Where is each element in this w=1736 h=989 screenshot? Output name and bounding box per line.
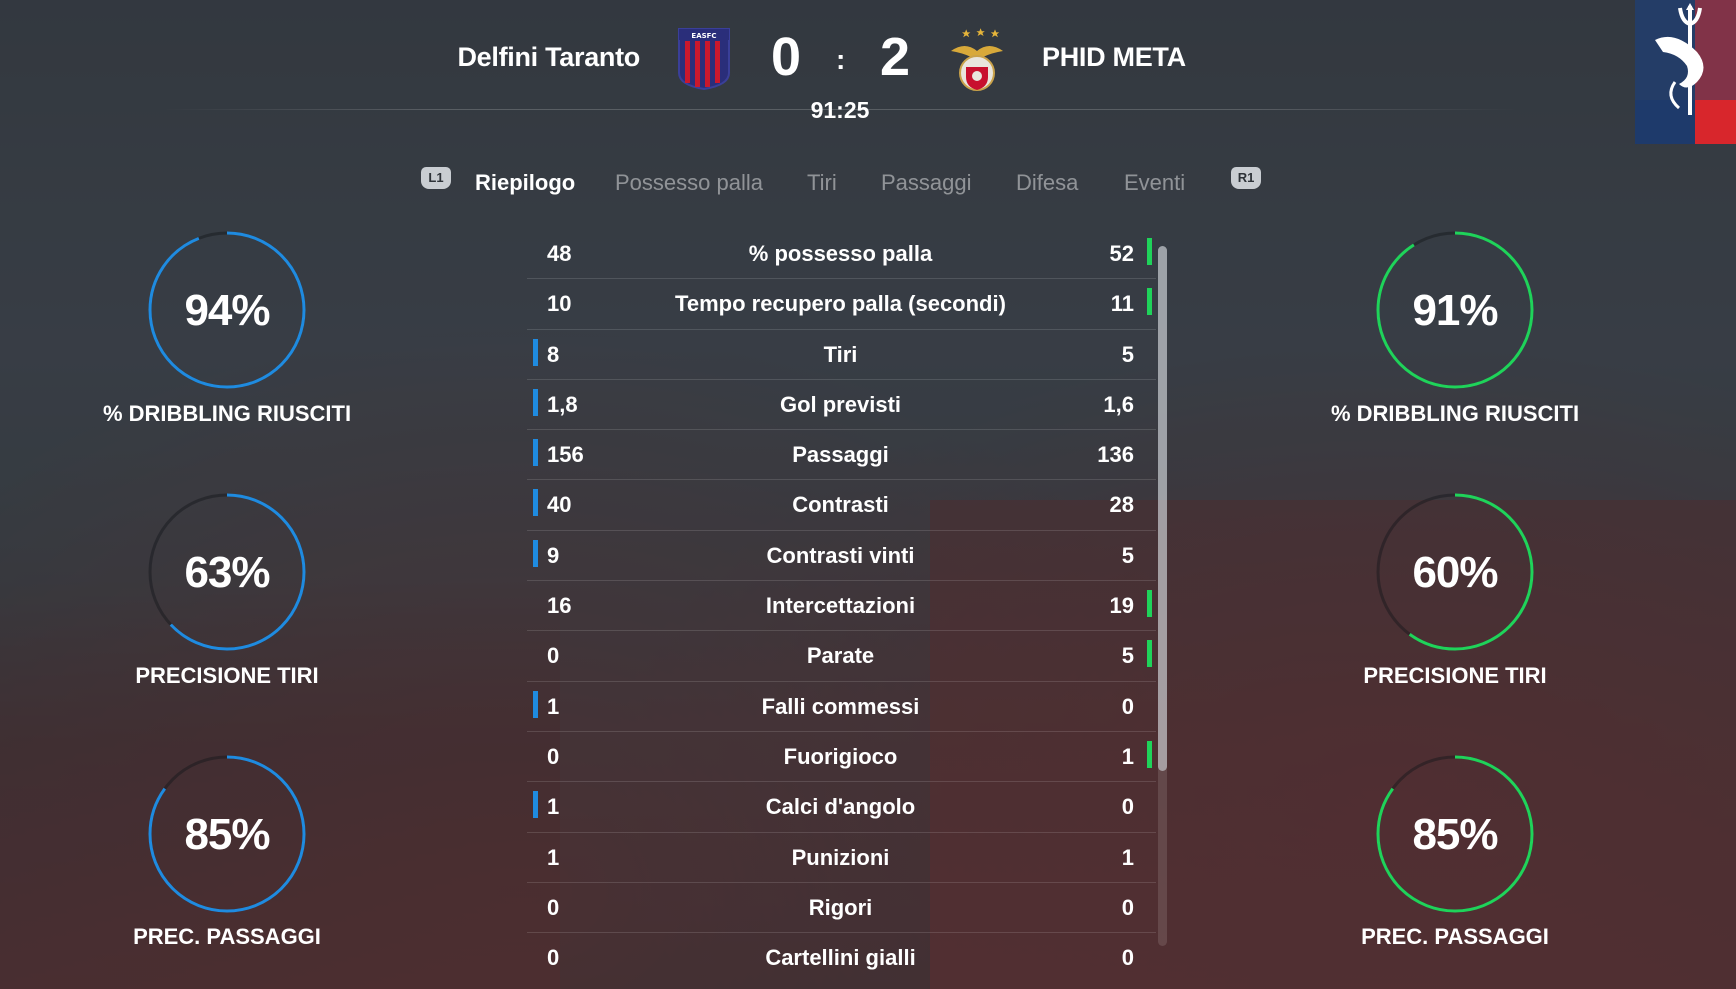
stat-row: 10 Tempo recupero palla (secondi) 11 [527, 279, 1156, 330]
stat-away-value: 52 [1109, 241, 1134, 266]
stat-row: 0 Parate 5 [527, 631, 1156, 682]
stat-row: 40 Contrasti 28 [527, 480, 1156, 531]
tab-eventi[interactable]: Eventi [1124, 170, 1185, 196]
stat-away-value: 0 [1121, 794, 1134, 820]
home-gauge-value: 85% [184, 810, 270, 859]
stat-label: Contrasti [792, 492, 889, 518]
stat-row: 0 Rigori 0 [527, 883, 1156, 934]
stat-row: 1,8 Gol previsti 1,6 [527, 380, 1156, 431]
stat-row: 8 Tiri 5 [527, 330, 1156, 380]
home-gauge-label: % DRIBBLING RIUSCITI [102, 401, 352, 426]
stat-label: Rigori [808, 894, 873, 920]
away-gauge-label: PRECISIONE TIRI [1363, 663, 1547, 688]
stat-away-value: 28 [1109, 492, 1134, 518]
header-divider [163, 109, 1518, 110]
stats-table[interactable]: 48% possesso palla 52 10 Tempo recupero pa… [527, 229, 1156, 982]
stat-label: Parate [806, 643, 875, 669]
away-lead-marker [1147, 740, 1152, 768]
away-gauge-label: PREC. PASSAGGI [1361, 924, 1549, 949]
home-gauge-label: PRECISIONE TIRI [135, 663, 319, 688]
stat-row: 9 Contrasti vinti 5 [527, 531, 1156, 582]
stat-row: 0 Cartellini gialli 0 [527, 933, 1156, 982]
stat-row: 1 Punizioni 1 [527, 833, 1156, 883]
home-team-crest: EASFC [678, 28, 730, 91]
away-gauge-value: 85% [1412, 810, 1498, 859]
stat-row: 156 Passaggi 136 [527, 430, 1156, 481]
stat-label: Calci d'angolo [765, 794, 916, 820]
away-lead-marker [1147, 238, 1152, 265]
away-gauge-value: 91% [1412, 286, 1498, 335]
stats-scrollbar[interactable] [1158, 246, 1167, 946]
stat-away-value: 19 [1109, 593, 1134, 619]
home-gauge-label: PREC. PASSAGGI [133, 924, 321, 949]
stat-away-value: 0 [1121, 945, 1134, 971]
stat-row: 1 Calci d'angolo 0 [527, 782, 1156, 833]
stat-row: 1 Falli commessi 0 [527, 682, 1156, 732]
stat-away-value: 5 [1121, 542, 1134, 568]
stat-label: Tempo recupero palla (secondi) [675, 291, 1006, 317]
home-team-name: Delfini Taranto [457, 42, 640, 72]
away-score: 2 [880, 27, 911, 87]
away-team-crest [951, 28, 1003, 91]
club-badge [1635, 0, 1736, 144]
tab-possesso-palla[interactable]: Possesso palla [615, 170, 763, 196]
stat-away-value: 1 [1121, 844, 1134, 870]
stat-away-value: 1 [1121, 743, 1134, 769]
stat-away-value: 0 [1121, 894, 1134, 920]
away-gauge-label: % DRIBBLING RIUSCITI [1330, 401, 1580, 426]
home-crest-text: EASFC [691, 32, 716, 40]
stat-away-value: 0 [1121, 693, 1134, 719]
tab-riepilogo[interactable]: Riepilogo [475, 170, 575, 196]
stat-label: Intercettazioni [765, 593, 916, 619]
home-gauge-value: 94% [184, 286, 270, 335]
stat-away-value: 136 [1097, 442, 1134, 468]
l1-bumper-icon[interactable]: L1 [421, 167, 451, 189]
stat-label: Cartellini gialli [765, 945, 916, 971]
stat-label: Fuorigioco [783, 743, 898, 769]
away-lead-marker [1147, 288, 1152, 316]
away-lead-marker [1147, 590, 1152, 618]
stat-away-value: 5 [1121, 341, 1134, 367]
tab-tiri[interactable]: Tiri [807, 170, 837, 196]
tab-difesa[interactable]: Difesa [1016, 170, 1078, 196]
r1-bumper-icon[interactable]: R1 [1231, 167, 1261, 189]
home-gauge-value: 63% [184, 548, 270, 597]
stat-label: Gol previsti [779, 391, 902, 417]
away-team-name: PHID META [1042, 42, 1186, 72]
stat-label: Tiri [823, 341, 858, 367]
stat-away-value: 1,6 [1103, 391, 1134, 417]
stat-label: Punizioni [791, 844, 890, 870]
stat-row: 0 Fuorigioco 1 [527, 732, 1156, 783]
home-score: 0 [771, 27, 802, 87]
tab-passaggi[interactable]: Passaggi [881, 170, 972, 196]
stat-label: % possesso palla [748, 241, 933, 266]
stat-row: 48% possesso palla 52 [527, 229, 1156, 280]
stat-away-value: 11 [1110, 291, 1134, 317]
score-separator: : [836, 44, 846, 75]
match-clock: 91:25 [810, 97, 870, 123]
away-lead-marker [1147, 640, 1152, 668]
stat-label: Contrasti vinti [766, 542, 915, 568]
stats-scroll-thumb[interactable] [1158, 246, 1167, 771]
stat-label: Passaggi [792, 442, 889, 468]
stat-label: Falli commessi [761, 693, 920, 719]
stat-away-value: 5 [1121, 643, 1134, 669]
stat-row: 16 Intercettazioni 19 [527, 581, 1156, 632]
away-gauge-value: 60% [1412, 548, 1498, 597]
